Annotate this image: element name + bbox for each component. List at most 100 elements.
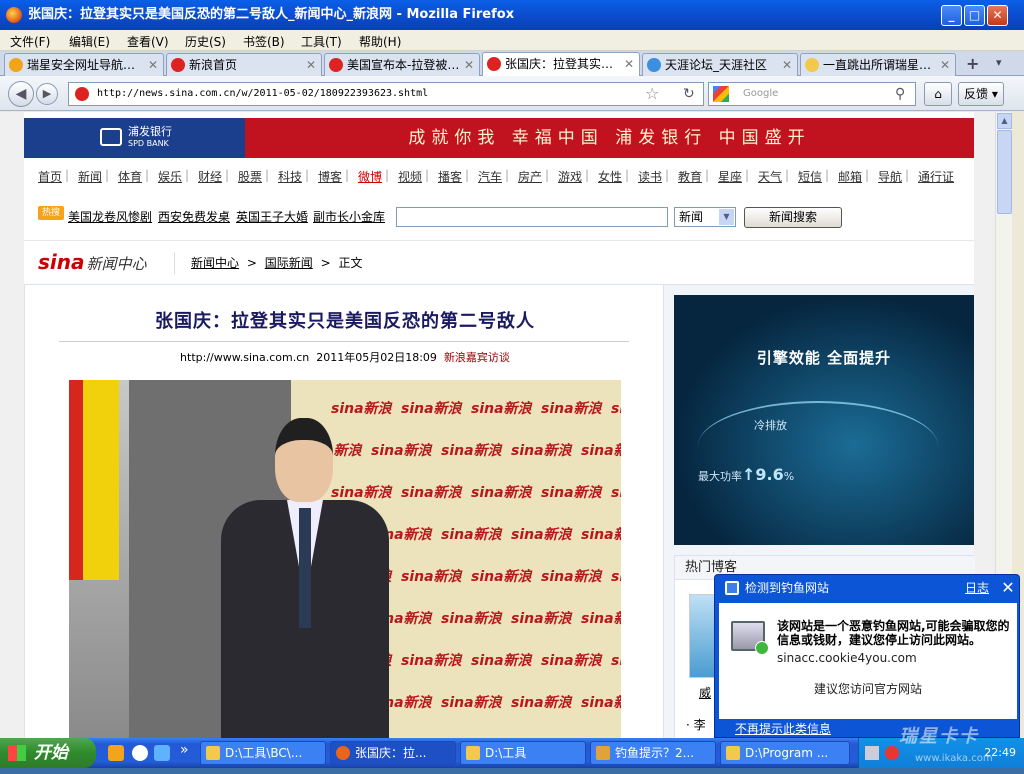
title-bar[interactable]: 张国庆：拉登其实只是美国反恐的第二号敌人_新闻中心_新浪网 - Mozilla … <box>0 0 1024 30</box>
news-center-label: 新闻中心 <box>86 255 147 273</box>
blog-name-link[interactable]: 威 <box>699 684 711 701</box>
news-search-input[interactable] <box>396 207 668 227</box>
tab-close-icon[interactable]: ✕ <box>306 54 316 76</box>
search-bar[interactable]: Google ⚲ <box>708 82 916 106</box>
breadcrumb-intl-news[interactable]: 国际新闻 <box>265 256 313 270</box>
channel-link[interactable]: 通行证 <box>918 168 954 185</box>
forward-button[interactable]: ▶ <box>36 83 58 105</box>
task-label: 钓鱼提示？2... <box>615 746 695 760</box>
keyboard-icon[interactable] <box>865 746 879 760</box>
hot-link[interactable]: 英国王子大婚 <box>236 208 308 225</box>
close-button[interactable]: ✕ <box>987 5 1008 26</box>
reload-button[interactable]: ↻ <box>683 83 695 105</box>
bookmark-star-icon[interactable]: ☆ <box>645 83 659 105</box>
popup-log-link[interactable]: 日志 <box>965 575 989 601</box>
url-bar[interactable]: http://news.sina.com.cn/w/2011-05-02/180… <box>68 82 704 106</box>
tab-close-icon[interactable]: ✕ <box>464 54 474 76</box>
head <box>275 418 333 502</box>
start-button[interactable]: 开始 <box>0 738 96 768</box>
tab-sina-home[interactable]: 新浪首页 ✕ <box>166 53 322 76</box>
channel-link[interactable]: 邮箱 <box>838 168 862 185</box>
breadcrumb-news-center[interactable]: 新闻中心 <box>191 256 239 270</box>
tab-close-icon[interactable]: ✕ <box>782 54 792 76</box>
channel-link[interactable]: 天气 <box>758 168 782 185</box>
channel-link[interactable]: 教育 <box>678 168 702 185</box>
sina-backdrop-logo: sina新浪 <box>541 653 602 669</box>
banner-slogan: 成就你我 幸福中国 浦发银行 中国盛开 <box>408 128 811 148</box>
minimize-button[interactable]: _ <box>941 5 962 26</box>
news-search-button[interactable]: 新闻搜索 <box>744 207 842 228</box>
spd-bank-banner-ad[interactable]: 浦发银行 SPD BANK 成就你我 幸福中国 浦发银行 中国盛开 <box>24 118 974 158</box>
channel-link[interactable]: 播客 <box>438 168 462 185</box>
maximize-button[interactable]: □ <box>964 5 985 26</box>
tab-bin-laden-news[interactable]: 美国宣布本-拉登被… ✕ <box>324 53 480 76</box>
tab-close-icon[interactable]: ✕ <box>148 54 158 76</box>
task-folder-program[interactable]: D:\Program ... <box>720 741 850 765</box>
quicklaunch-qq-icon[interactable] <box>132 745 148 761</box>
sina-news-center-logo[interactable]: sina 新闻中心 <box>38 250 147 274</box>
tab-tianya[interactable]: 天涯论坛_天涯社区 ✕ <box>642 53 798 76</box>
sina-backdrop-logo: sina新浪 <box>611 569 621 585</box>
sina-backdrop-logo: sina新浪 <box>511 695 572 711</box>
blog-list-item[interactable]: · 李 <box>686 716 706 733</box>
channel-link[interactable]: 微博 <box>358 168 382 185</box>
channel-link[interactable]: 博客 <box>318 168 342 185</box>
popup-close-button[interactable]: ✕ <box>999 577 1017 599</box>
menu-bookmarks[interactable]: 书签(B) <box>243 33 285 50</box>
car-engine-ad[interactable]: 引擎效能 全面提升 冷排放 最大功率↑9.6% <box>674 295 974 545</box>
menu-view[interactable]: 查看(V) <box>127 33 169 50</box>
tab-rising-forum[interactable]: 一直跳出所谓瑞星… ✕ <box>800 53 956 76</box>
channel-link[interactable]: 女性 <box>598 168 622 185</box>
channel-link[interactable]: 汽车 <box>478 168 502 185</box>
task-phishing-prompt[interactable]: 钓鱼提示？2... <box>590 741 716 765</box>
home-button[interactable]: ⌂ <box>924 82 952 106</box>
task-folder-bc[interactable]: D:\工具\BC\... <box>200 741 326 765</box>
tab-list-button[interactable]: ▾ <box>996 56 1002 69</box>
menu-help[interactable]: 帮助(H) <box>359 33 401 50</box>
back-button[interactable]: ◀ <box>8 81 34 107</box>
tab-close-icon[interactable]: ✕ <box>624 53 634 75</box>
menu-edit[interactable]: 编辑(E) <box>69 33 110 50</box>
tab-article-active[interactable]: 张国庆：拉登其实… ✕ <box>482 52 640 77</box>
channel-link[interactable]: 导航 <box>878 168 902 185</box>
channel-link[interactable]: 视频 <box>398 168 422 185</box>
news-category-select[interactable]: 新闻 ▼ <box>674 207 736 227</box>
channel-link[interactable]: 房产 <box>518 168 542 185</box>
popup-advice[interactable]: 建议您访问官方网站 <box>719 680 1017 697</box>
task-folder-tools[interactable]: D:\工具 <box>460 741 586 765</box>
hot-link[interactable]: 副市长小金库 <box>313 208 385 225</box>
channel-link[interactable]: 财经 <box>198 168 222 185</box>
scroll-up-icon[interactable]: ▲ <box>997 113 1012 129</box>
rising-tray-icon[interactable] <box>885 746 899 760</box>
dont-show-again-link[interactable]: 不再提示此类信息 <box>735 720 831 737</box>
menu-tools[interactable]: 工具(T) <box>301 33 342 50</box>
channel-link[interactable]: 短信 <box>798 168 822 185</box>
channel-link[interactable]: 体育 <box>118 168 142 185</box>
channel-separator: | <box>625 168 630 182</box>
quicklaunch-desktop-icon[interactable] <box>154 745 170 761</box>
tab-rising-nav[interactable]: 瑞星安全网址导航… ✕ <box>4 53 164 76</box>
channel-separator: | <box>105 168 110 182</box>
feedback-button[interactable]: 反馈 ▾ <box>958 82 1004 106</box>
channel-link[interactable]: 股票 <box>238 168 262 185</box>
article-column-link[interactable]: 新浪嘉宾访谈 <box>444 351 510 364</box>
tab-close-icon[interactable]: ✕ <box>940 54 950 76</box>
channel-link[interactable]: 游戏 <box>558 168 582 185</box>
new-tab-button[interactable]: + <box>966 54 979 73</box>
channel-link[interactable]: 新闻 <box>78 168 102 185</box>
channel-link[interactable]: 读书 <box>638 168 662 185</box>
channel-link[interactable]: 娱乐 <box>158 168 182 185</box>
channel-link[interactable]: 星座 <box>718 168 742 185</box>
quicklaunch-ie-icon[interactable] <box>108 745 124 761</box>
scroll-thumb[interactable] <box>997 130 1012 214</box>
task-firefox[interactable]: 张国庆：拉... <box>330 741 456 765</box>
sina-backdrop-logo: sina新浪 <box>471 653 532 669</box>
menu-history[interactable]: 历史(S) <box>185 33 226 50</box>
hot-link[interactable]: 美国龙卷风惨剧 <box>68 208 152 225</box>
menu-file[interactable]: 文件(F) <box>10 33 50 50</box>
hot-link[interactable]: 西安免费发桌 <box>158 208 230 225</box>
channel-link[interactable]: 首页 <box>38 168 62 185</box>
channel-link[interactable]: 科技 <box>278 168 302 185</box>
search-glass-icon[interactable]: ⚲ <box>895 83 905 105</box>
quicklaunch-more-icon[interactable]: » <box>180 742 189 758</box>
